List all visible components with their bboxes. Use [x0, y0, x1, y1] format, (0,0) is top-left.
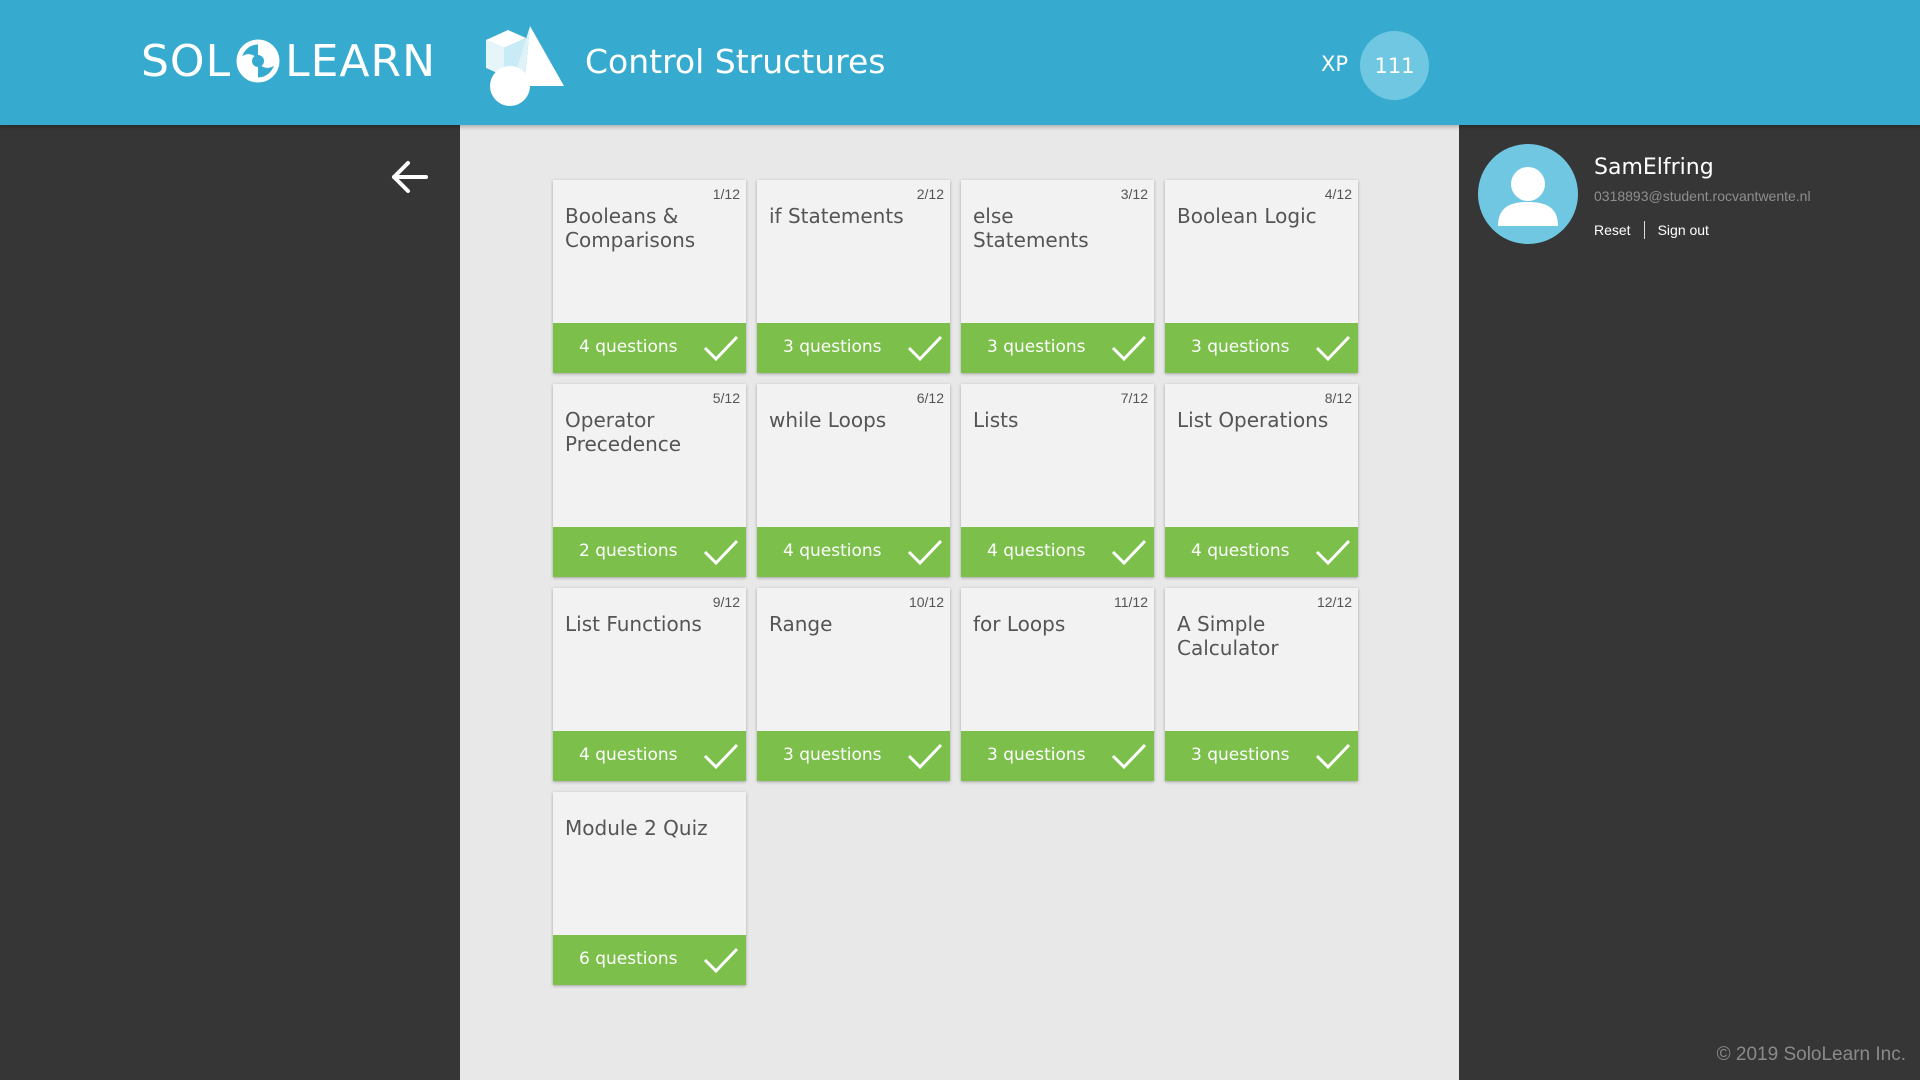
- user-silhouette-icon: [1498, 167, 1558, 226]
- lesson-footer: 4 questions: [553, 731, 746, 781]
- lesson-title: Module 2 Quiz: [565, 816, 708, 840]
- lesson-footer: 3 questions: [757, 323, 950, 373]
- lesson-title: while Loops: [769, 408, 887, 432]
- lesson-title: Range: [769, 612, 833, 636]
- lesson-card[interactable]: 12/12 A Simple Calculator 3 questions: [1165, 588, 1358, 781]
- sign-out-link[interactable]: Sign out: [1658, 222, 1709, 238]
- lesson-card[interactable]: 11/12 for Loops 3 questions: [961, 588, 1154, 781]
- checkmark-icon: [1111, 335, 1147, 362]
- lesson-footer: 4 questions: [553, 323, 746, 373]
- checkmark-icon: [1315, 335, 1351, 362]
- shapes-course-icon: [486, 26, 564, 106]
- question-count: 4 questions: [579, 337, 678, 357]
- checkmark-icon: [703, 539, 739, 566]
- checkmark-icon: [907, 335, 943, 362]
- lesson-footer: 4 questions: [757, 527, 950, 577]
- top-header: SOL LEARN Control Structures XP 111: [0, 0, 1920, 125]
- lesson-number: 8/12: [1324, 390, 1352, 406]
- lesson-card[interactable]: 2/12 if Statements 3 questions: [757, 180, 950, 373]
- question-count: 3 questions: [987, 337, 1086, 357]
- checkmark-icon: [907, 539, 943, 566]
- lesson-number: 4/12: [1324, 186, 1352, 202]
- question-count: 3 questions: [783, 337, 882, 357]
- user-email: 0318893@student.rocvantwente.nl: [1594, 188, 1811, 204]
- question-count: 6 questions: [579, 949, 678, 969]
- profile-actions: Reset Sign out: [1594, 221, 1709, 239]
- lesson-number: 11/12: [1114, 594, 1148, 610]
- lesson-footer: 3 questions: [757, 731, 950, 781]
- copyright-text: © 2019 SoloLearn Inc.: [1716, 1044, 1906, 1065]
- question-count: 4 questions: [783, 541, 882, 561]
- lesson-title: for Loops: [973, 612, 1066, 636]
- lesson-footer: 4 questions: [1165, 527, 1358, 577]
- lesson-number: 7/12: [1120, 390, 1148, 406]
- question-count: 4 questions: [579, 745, 678, 765]
- lesson-number: 10/12: [908, 594, 944, 610]
- lesson-number: 3/12: [1120, 186, 1148, 202]
- lesson-number: 5/12: [712, 390, 740, 406]
- lesson-footer: 3 questions: [1165, 731, 1358, 781]
- checkmark-icon: [1111, 743, 1147, 770]
- lesson-number: 12/12: [1316, 594, 1352, 610]
- question-count: 4 questions: [987, 541, 1086, 561]
- back-arrow-icon[interactable]: [388, 155, 432, 199]
- checkmark-icon: [1111, 539, 1147, 566]
- checkmark-icon: [1315, 743, 1351, 770]
- lesson-card[interactable]: 1/12 Booleans & Comparisons 4 questions: [553, 180, 746, 373]
- lesson-card[interactable]: 10/12 Range 3 questions: [757, 588, 950, 781]
- lesson-footer: 4 questions: [961, 527, 1154, 577]
- link-divider: [1643, 221, 1645, 239]
- lesson-title: List Operations: [1177, 408, 1329, 432]
- lesson-footer: 3 questions: [1165, 323, 1358, 373]
- checkmark-icon: [907, 743, 943, 770]
- sololearn-logo[interactable]: SOL LEARN: [141, 33, 436, 89]
- question-count: 3 questions: [783, 745, 882, 765]
- question-count: 3 questions: [1191, 337, 1290, 357]
- lesson-number: 6/12: [916, 390, 944, 406]
- lesson-card[interactable]: 7/12 Lists 4 questions: [961, 384, 1154, 577]
- xp-label: XP: [1321, 52, 1349, 76]
- logo-text-right: LEARN: [285, 35, 436, 87]
- lesson-footer: 3 questions: [961, 731, 1154, 781]
- checkmark-icon: [703, 743, 739, 770]
- xp-badge: 111: [1360, 31, 1429, 100]
- lesson-footer: 6 questions: [553, 935, 746, 985]
- logo-swirl-icon: [236, 39, 280, 83]
- logo-text-left: SOL: [141, 35, 232, 87]
- checkmark-icon: [1315, 539, 1351, 566]
- username: SamElfring: [1594, 155, 1714, 180]
- lesson-title: if Statements: [769, 204, 904, 228]
- lesson-card[interactable]: 4/12 Boolean Logic 3 questions: [1165, 180, 1358, 373]
- lesson-number: 1/12: [712, 186, 740, 202]
- lesson-title: Boolean Logic: [1177, 204, 1317, 228]
- lesson-title: Operator Precedence: [565, 408, 682, 456]
- lesson-card[interactable]: 8/12 List Operations 4 questions: [1165, 384, 1358, 577]
- lesson-title: Booleans & Comparisons: [565, 204, 696, 252]
- checkmark-icon: [703, 947, 739, 974]
- lesson-card[interactable]: 3/12 else Statements 3 questions: [961, 180, 1154, 373]
- lesson-title: Lists: [973, 408, 1019, 432]
- lesson-card[interactable]: 6/12 while Loops 4 questions: [757, 384, 950, 577]
- user-avatar-icon[interactable]: [1478, 144, 1578, 244]
- question-count: 3 questions: [1191, 745, 1290, 765]
- lesson-card[interactable]: 9/12 List Functions 4 questions: [553, 588, 746, 781]
- lesson-title: A Simple Calculator: [1177, 612, 1279, 660]
- lesson-card[interactable]: 5/12 Operator Precedence 2 questions: [553, 384, 746, 577]
- reset-link[interactable]: Reset: [1594, 222, 1631, 238]
- checkmark-icon: [703, 335, 739, 362]
- lesson-title: else Statements: [973, 204, 1089, 252]
- question-count: 3 questions: [987, 745, 1086, 765]
- course-title: Control Structures: [585, 42, 886, 81]
- lesson-footer: 2 questions: [553, 527, 746, 577]
- quiz-card[interactable]: Module 2 Quiz 6 questions: [553, 792, 746, 985]
- lesson-title: List Functions: [565, 612, 702, 636]
- question-count: 2 questions: [579, 541, 678, 561]
- question-count: 4 questions: [1191, 541, 1290, 561]
- lessons-panel: 1/12 Booleans & Comparisons 4 questions …: [460, 125, 1459, 1080]
- lesson-number: 9/12: [712, 594, 740, 610]
- lesson-number: 2/12: [916, 186, 944, 202]
- lesson-footer: 3 questions: [961, 323, 1154, 373]
